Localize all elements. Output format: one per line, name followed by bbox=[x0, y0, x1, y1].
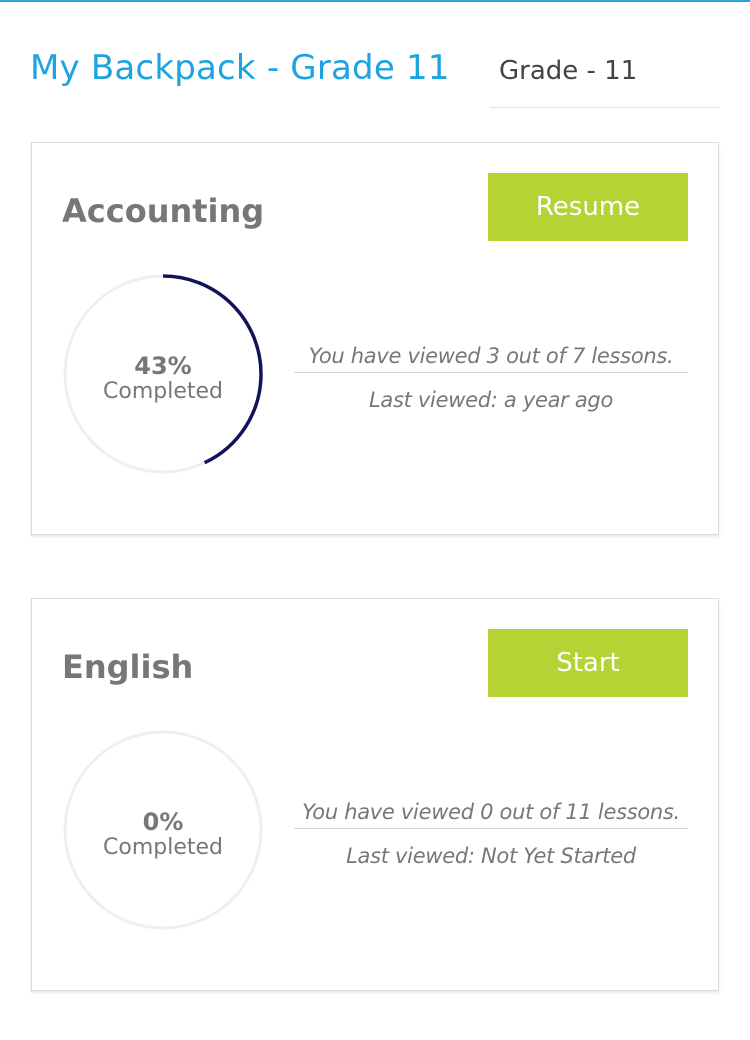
lessons-viewed-text: You have viewed 0 out of 11 lessons. bbox=[294, 798, 688, 829]
page-title: My Backpack - Grade 11 bbox=[30, 48, 450, 88]
last-viewed-text: Last viewed: a year ago bbox=[369, 388, 613, 412]
last-viewed-text: Last viewed: Not Yet Started bbox=[346, 844, 636, 868]
course-card-english: English Start 0% Completed You have view… bbox=[31, 598, 719, 991]
grade-selector[interactable]: Grade - 11 bbox=[490, 42, 720, 108]
top-border bbox=[0, 0, 750, 2]
start-button[interactable]: Start bbox=[488, 629, 688, 697]
course-title: English bbox=[62, 648, 194, 686]
course-title: Accounting bbox=[62, 192, 265, 230]
progress-ring: 0% Completed bbox=[62, 729, 264, 931]
progress-label: Completed bbox=[103, 835, 223, 860]
course-card-accounting: Accounting Resume 43% Completed You have… bbox=[31, 142, 719, 535]
progress-ring: 43% Completed bbox=[62, 273, 264, 475]
progress-percent: 0% bbox=[142, 808, 184, 836]
lessons-viewed-text: You have viewed 3 out of 7 lessons. bbox=[294, 342, 688, 373]
progress-percent: 43% bbox=[134, 352, 192, 380]
progress-label: Completed bbox=[103, 379, 223, 404]
grade-selector-value: Grade - 11 bbox=[499, 56, 638, 86]
resume-button[interactable]: Resume bbox=[488, 173, 688, 241]
